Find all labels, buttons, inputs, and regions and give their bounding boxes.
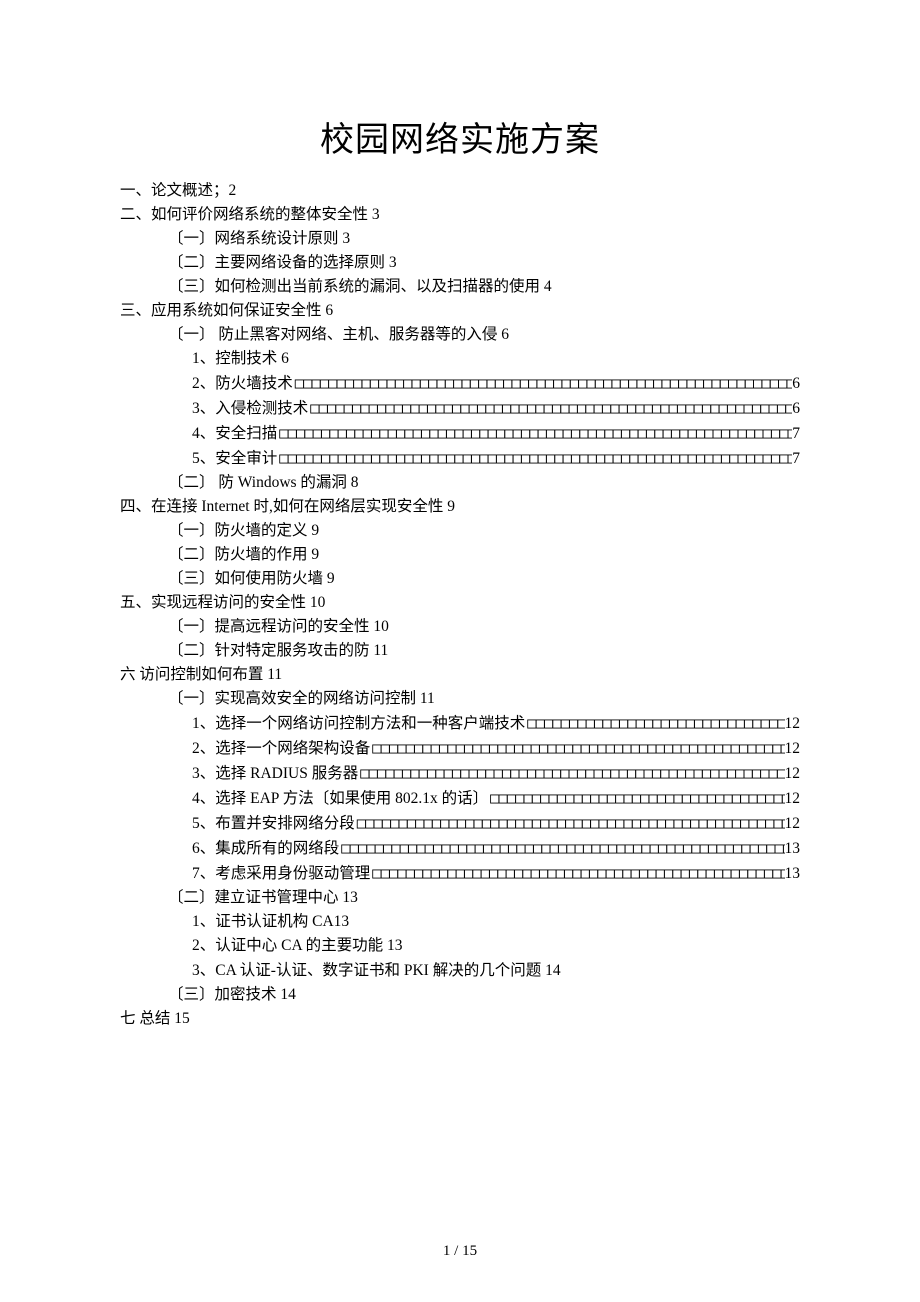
toc-label: 2、选择一个网络架构设备 (192, 737, 370, 761)
page-sep: / (450, 1243, 462, 1259)
toc-entry: 2、认证中心 CA 的主要功能 13 (192, 934, 800, 958)
toc-leader (277, 446, 792, 470)
toc-page: 6 (792, 397, 800, 421)
toc-entry: 2、选择一个网络架构设备 12 (192, 736, 800, 761)
toc-label: 4、安全扫描 (192, 422, 277, 446)
toc-entry: 六 访问控制如何布置 11 (120, 663, 800, 687)
toc-leader (293, 371, 792, 395)
toc-entry: 〔一〕防火墙的定义 9 (168, 519, 800, 543)
toc-label: 1、选择一个网络访问控制方法和一种客户端技术 (192, 712, 525, 736)
toc-label: 2、防火墙技术 (192, 372, 293, 396)
toc-entry: 三、应用系统如何保证安全性 6 (120, 299, 800, 323)
toc-entry: 5、安全审计 7 (192, 446, 800, 471)
toc-page: 12 (785, 787, 801, 811)
document-title: 校园网络实施方案 (120, 112, 800, 161)
toc-entry: 〔三〕如何使用防火墙 9 (168, 567, 800, 591)
toc-entry: 3、入侵检测技术 6 (192, 396, 800, 421)
toc-leader (370, 736, 784, 760)
toc-label: 3、入侵检测技术 (192, 397, 308, 421)
toc-entry: 〔二〕针对特定服务攻击的防 11 (168, 639, 800, 663)
toc-entry: 6、集成所有的网络段 13 (192, 836, 800, 861)
toc-entry: 5、布置并安排网络分段 12 (192, 811, 800, 836)
toc-page: 12 (785, 762, 801, 786)
toc-label: 5、布置并安排网络分段 (192, 812, 355, 836)
table-of-contents: 一、论文概述；2 二、如何评价网络系统的整体安全性 3 〔一〕网络系统设计原则 … (120, 179, 800, 1031)
toc-entry: 〔二〕防火墙的作用 9 (168, 543, 800, 567)
toc-entry: 3、选择 RADIUS 服务器 12 (192, 761, 800, 786)
toc-leader (525, 711, 784, 735)
toc-entry: 四、在连接 Internet 时,如何在网络层实现安全性 9 (120, 495, 800, 519)
toc-page: 12 (785, 737, 801, 761)
toc-entry: 七 总结 15 (120, 1007, 800, 1031)
toc-leader (370, 861, 784, 885)
toc-leader (339, 836, 784, 860)
toc-entry: 1、选择一个网络访问控制方法和一种客户端技术 12 (192, 711, 800, 736)
toc-label: 4、选择 EAP 方法〔如果使用 802.1x 的话〕 (192, 787, 488, 811)
toc-page: 13 (785, 837, 801, 861)
toc-entry: 4、选择 EAP 方法〔如果使用 802.1x 的话〕 12 (192, 786, 800, 811)
toc-label: 7、考虑采用身份驱动管理 (192, 862, 370, 886)
page-footer: 1 / 15 (0, 1243, 920, 1260)
toc-leader (488, 786, 784, 810)
toc-entry: 〔一〕网络系统设计原则 3 (168, 227, 800, 251)
page-total: 15 (462, 1243, 477, 1259)
toc-entry: 〔二〕主要网络设备的选择原则 3 (168, 251, 800, 275)
toc-entry: 1、证书认证机构 CA13 (192, 910, 800, 934)
toc-entry: 〔一〕 防止黑客对网络、主机、服务器等的入侵 6 (168, 323, 800, 347)
toc-label: 3、选择 RADIUS 服务器 (192, 762, 358, 786)
toc-entry: 二、如何评价网络系统的整体安全性 3 (120, 203, 800, 227)
toc-page: 7 (792, 447, 800, 471)
toc-page: 12 (785, 812, 801, 836)
toc-page: 12 (785, 712, 801, 736)
toc-entry: 一、论文概述；2 (120, 179, 800, 203)
toc-entry: 〔一〕提高远程访问的安全性 10 (168, 615, 800, 639)
toc-leader (308, 396, 792, 420)
toc-entry: 4、安全扫描 7 (192, 421, 800, 446)
toc-leader (355, 811, 785, 835)
toc-leader (358, 761, 784, 785)
toc-entry: 〔一〕实现高效安全的网络访问控制 11 (168, 687, 800, 711)
toc-label: 6、集成所有的网络段 (192, 837, 339, 861)
toc-label: 5、安全审计 (192, 447, 277, 471)
document-page: 校园网络实施方案 一、论文概述；2 二、如何评价网络系统的整体安全性 3 〔一〕… (0, 0, 920, 1302)
toc-entry: 1、控制技术 6 (192, 347, 800, 371)
toc-page: 7 (792, 422, 800, 446)
toc-entry: 〔三〕如何检测出当前系统的漏洞、以及扫描器的使用 4 (168, 275, 800, 299)
toc-entry: 2、防火墙技术 6 (192, 371, 800, 396)
toc-leader (277, 421, 792, 445)
toc-entry: 7、考虑采用身份驱动管理 13 (192, 861, 800, 886)
toc-entry: 〔三〕加密技术 14 (168, 983, 800, 1007)
toc-entry: 3、CA 认证-认证、数字证书和 PKI 解决的几个问题 14 (192, 959, 800, 983)
toc-page: 6 (792, 372, 800, 396)
toc-entry: 〔二〕建立证书管理中心 13 (168, 886, 800, 910)
toc-entry: 〔二〕 防 Windows 的漏洞 8 (168, 471, 800, 495)
toc-entry: 五、实现远程访问的安全性 10 (120, 591, 800, 615)
toc-page: 13 (785, 862, 801, 886)
